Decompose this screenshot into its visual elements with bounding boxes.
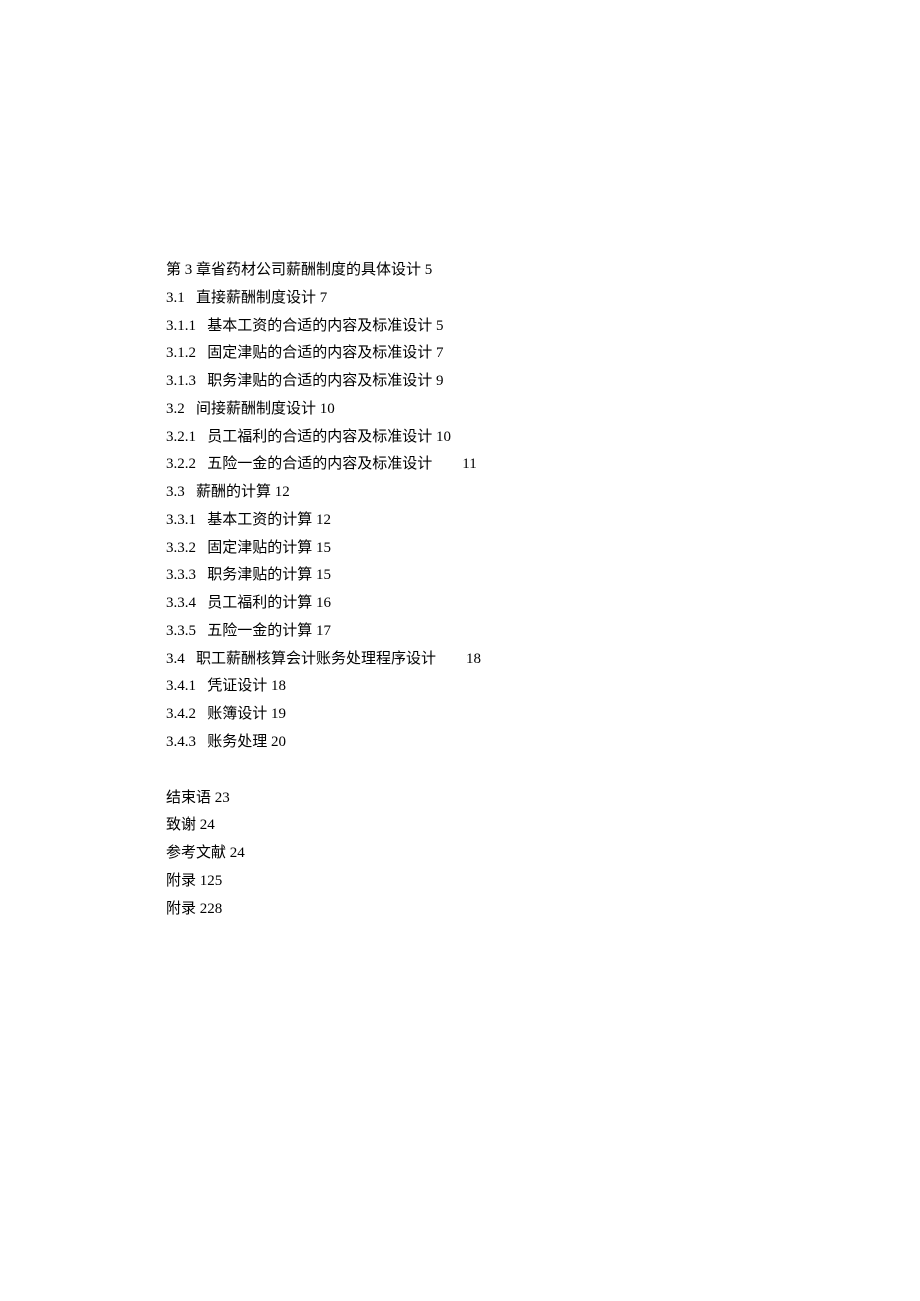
toc-entry: 3.3.4 员工福利的计算 16 [166,590,920,618]
toc-entry: 3.4 职工薪酬核算会计账务处理程序设计 18 [166,646,920,674]
toc-entry: 3.3.1 基本工资的计算 12 [166,507,920,535]
toc-entry: 3.3.5 五险一金的计算 17 [166,618,920,646]
toc-entry: 3.2.2 五险一金的合适的内容及标准设计 11 [166,451,920,479]
toc-entry: 3.4.3 账务处理 20 [166,729,920,757]
toc-appendix-entry: 参考文献 24 [166,840,920,868]
toc-appendix-entry: 附录 228 [166,896,920,924]
toc-entry: 3.3.3 职务津贴的计算 15 [166,562,920,590]
toc-entry: 3.1.1 基本工资的合适的内容及标准设计 5 [166,313,920,341]
toc-entry: 3.2 间接薪酬制度设计 10 [166,396,920,424]
toc-entry: 3.4.1 凭证设计 18 [166,673,920,701]
toc-entry: 3.3 薪酬的计算 12 [166,479,920,507]
toc-appendix-entry: 结束语 23 [166,785,920,813]
toc-entry: 3.1.3 职务津贴的合适的内容及标准设计 9 [166,368,920,396]
toc-entry: 3.1.2 固定津贴的合适的内容及标准设计 7 [166,340,920,368]
toc-appendix-entry: 致谢 24 [166,812,920,840]
toc-appendix-entry: 附录 125 [166,868,920,896]
section-gap [166,757,920,785]
toc-entry: 3.4.2 账簿设计 19 [166,701,920,729]
toc-chapter-title: 第 3 章省药材公司薪酬制度的具体设计 5 [166,257,920,285]
toc-entry: 3.3.2 固定津贴的计算 15 [166,535,920,563]
toc-entry: 3.1 直接薪酬制度设计 7 [166,285,920,313]
toc-entry: 3.2.1 员工福利的合适的内容及标准设计 10 [166,424,920,452]
